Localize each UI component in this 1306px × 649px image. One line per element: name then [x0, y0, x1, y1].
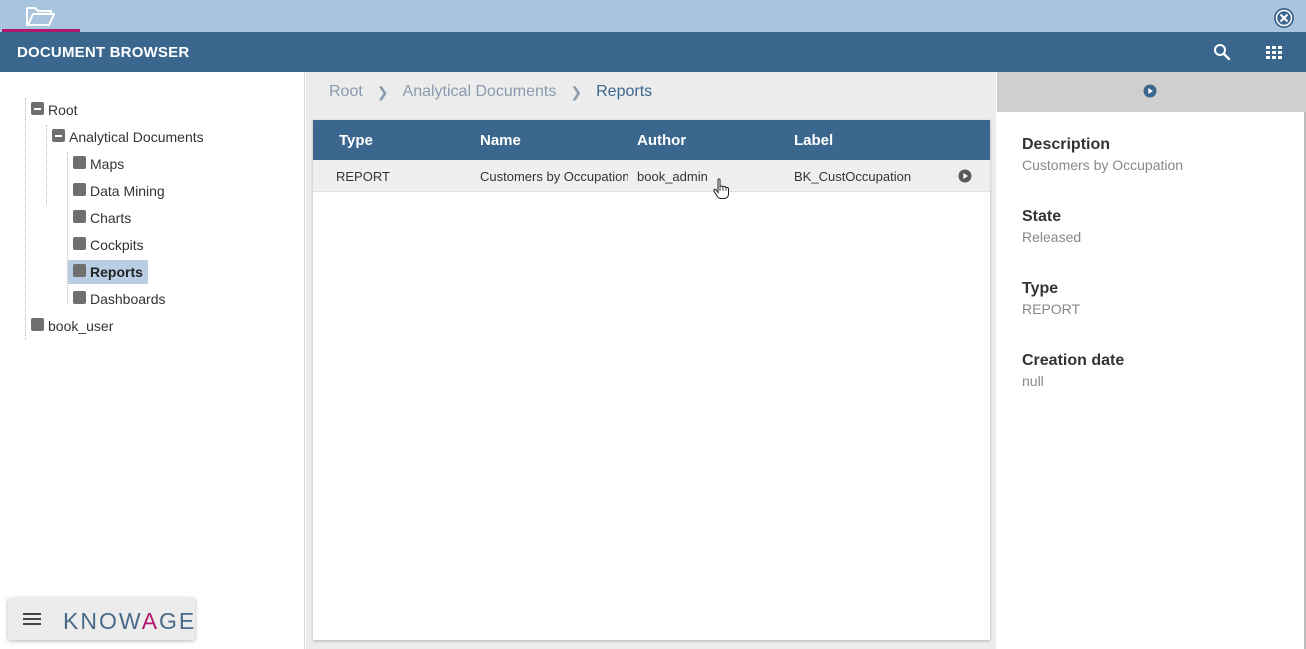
detail-key: Creation date	[1022, 352, 1125, 369]
documents-table: Type Name Author Label REPORT Customers …	[313, 120, 990, 640]
breadcrumb-item-root[interactable]: Root	[329, 83, 363, 101]
folder-icon	[73, 155, 86, 169]
folder-icon	[73, 236, 86, 250]
top-tab-strip	[0, 0, 1306, 32]
column-header-type[interactable]: Type	[339, 132, 373, 149]
cell-label: BK_CustOccupation	[794, 169, 912, 184]
grid-view-icon[interactable]	[1264, 42, 1284, 62]
document-list-panel: Root ❯ Analytical Documents ❯ Reports Ty…	[306, 72, 996, 649]
detail-description: Description Customers by Occupation	[1022, 136, 1183, 173]
app-window: DOCUMENT BROWSER Root Analytical Documen…	[0, 0, 1306, 649]
breadcrumb: Root ❯ Analytical Documents ❯ Reports	[306, 72, 996, 112]
tree-node-analytical-documents[interactable]: Analytical Documents	[52, 126, 204, 148]
tree-node-label: Analytical Documents	[69, 129, 204, 145]
folder-icon	[73, 209, 86, 223]
main-menu-button[interactable]: KNOWAGE	[8, 598, 195, 640]
detail-value: Released	[1022, 229, 1082, 245]
cell-name: Customers by Occupation	[480, 169, 628, 184]
tree-node-cockpits[interactable]: Cockpits	[73, 234, 144, 256]
detail-creation-date: Creation date null	[1022, 352, 1124, 389]
tree-node-dashboards[interactable]: Dashboards	[73, 288, 166, 310]
column-header-label[interactable]: Label	[794, 132, 833, 149]
column-header-author[interactable]: Author	[637, 132, 686, 149]
play-circle-icon[interactable]	[958, 169, 972, 183]
chevron-right-icon: ❯	[376, 83, 389, 100]
tree-node-reports[interactable]: Reports	[68, 260, 148, 284]
tree-guide-line	[25, 98, 26, 340]
document-browser-tab[interactable]	[2, 0, 80, 32]
detail-value: Customers by Occupation	[1022, 157, 1184, 173]
detail-type: Type REPORT	[1022, 280, 1080, 317]
tree-node-label: Maps	[90, 156, 125, 172]
folder-icon	[73, 263, 86, 277]
tree-node-maps[interactable]: Maps	[73, 153, 124, 175]
tree-node-book-user[interactable]: book_user	[31, 315, 113, 337]
play-circle-icon[interactable]	[1143, 84, 1157, 98]
folder-tree: Root Analytical Documents Maps Data Mini…	[0, 72, 305, 649]
tree-node-root[interactable]: Root	[31, 99, 78, 121]
hand-pointer-cursor-icon	[713, 178, 729, 199]
cell-type: REPORT	[336, 169, 390, 184]
tree-guide-line	[46, 125, 47, 205]
detail-key: Description	[1022, 136, 1111, 153]
table-header: Type Name Author Label	[313, 120, 990, 160]
tree-node-label: Charts	[90, 210, 132, 226]
detail-value: null	[1022, 373, 1044, 389]
collapse-icon[interactable]	[52, 128, 65, 142]
collapse-icon[interactable]	[31, 101, 44, 115]
detail-state: State Released	[1022, 208, 1081, 245]
search-icon[interactable]	[1212, 42, 1232, 62]
detail-key: Type	[1022, 280, 1059, 297]
tree-node-label: Root	[48, 102, 78, 118]
tree-node-label: Reports	[90, 264, 143, 280]
page-title: DOCUMENT BROWSER	[17, 44, 190, 61]
column-header-name[interactable]: Name	[480, 132, 521, 149]
tree-node-data-mining[interactable]: Data Mining	[73, 180, 165, 202]
folder-icon	[31, 317, 44, 331]
cell-author: book_admin	[637, 169, 708, 184]
folder-icon	[73, 182, 86, 196]
document-browser-header: DOCUMENT BROWSER	[0, 32, 1306, 72]
chevron-right-icon: ❯	[570, 83, 583, 100]
breadcrumb-item-analytical-documents[interactable]: Analytical Documents	[403, 83, 557, 101]
detail-toolbar	[997, 72, 1306, 112]
breadcrumb-item-reports: Reports	[596, 83, 653, 100]
tree-node-label: Cockpits	[90, 237, 144, 253]
document-detail-panel: Description Customers by Occupation Stat…	[997, 72, 1306, 649]
folder-open-icon	[26, 7, 55, 26]
tree-node-label: Dashboards	[90, 291, 166, 307]
tree-node-label: Data Mining	[90, 183, 165, 199]
table-row[interactable]: REPORT Customers by Occupation book_admi…	[313, 160, 990, 192]
tree-node-label: book_user	[48, 318, 114, 334]
hamburger-menu-icon[interactable]	[22, 611, 42, 627]
tree-node-charts[interactable]: Charts	[73, 207, 131, 229]
folder-icon	[73, 290, 86, 304]
knowage-logo: KNOWAGE	[63, 608, 197, 634]
close-circle-icon[interactable]	[1272, 6, 1296, 30]
detail-value: REPORT	[1022, 301, 1081, 317]
detail-key: State	[1022, 208, 1062, 225]
